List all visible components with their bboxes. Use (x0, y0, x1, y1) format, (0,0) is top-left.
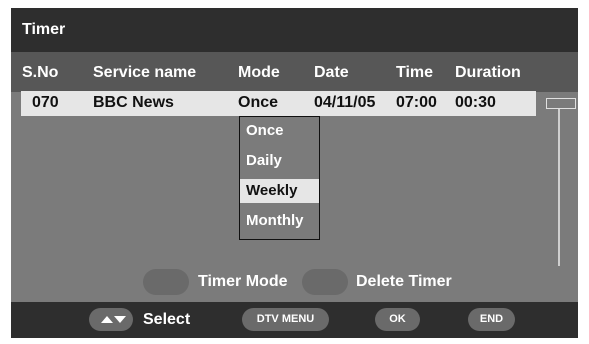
timer-window: Timer S.No Service name Mode Date Time D… (11, 8, 578, 338)
window-title: Timer (22, 21, 66, 38)
cell-time: 07:00 (396, 94, 437, 111)
cell-service-name: BBC News (93, 94, 174, 111)
mode-dropdown[interactable]: Once Daily Weekly Monthly (239, 116, 320, 240)
table-header: S.No Service name Mode Date Time Duratio… (11, 52, 578, 92)
timer-mode-button[interactable] (143, 269, 189, 295)
action-legend: Timer Mode Delete Timer (11, 266, 578, 296)
mode-option-once[interactable]: Once (240, 119, 319, 143)
mode-option-monthly[interactable]: Monthly (240, 209, 319, 233)
cell-mode[interactable]: Once (238, 94, 278, 112)
mode-option-weekly[interactable]: Weekly (240, 179, 319, 203)
ok-button[interactable]: OK (375, 308, 420, 331)
dtv-menu-button[interactable]: DTV MENU (242, 308, 329, 331)
scrollbar-track[interactable] (558, 109, 560, 266)
cell-sno: 070 (32, 94, 59, 111)
end-button[interactable]: END (468, 308, 515, 331)
col-header-sno: S.No (22, 64, 59, 81)
cell-date: 04/11/05 (314, 94, 376, 111)
col-header-service-name: Service name (93, 64, 197, 81)
scrollbar[interactable] (546, 98, 578, 266)
cell-duration: 00:30 (455, 94, 496, 111)
up-down-arrows-icon[interactable] (89, 308, 133, 331)
footer-bar: Select DTV MENU OK END (11, 302, 578, 338)
title-bar: Timer (11, 8, 578, 52)
timer-mode-label: Timer Mode (198, 273, 288, 290)
mode-option-daily[interactable]: Daily (240, 149, 319, 173)
select-label: Select (143, 311, 191, 328)
col-header-time: Time (396, 64, 434, 81)
delete-timer-button[interactable] (302, 269, 348, 295)
scrollbar-thumb[interactable] (546, 98, 576, 109)
col-header-mode: Mode (238, 64, 280, 81)
col-header-duration: Duration (455, 64, 521, 81)
delete-timer-label: Delete Timer (356, 273, 452, 290)
table-row[interactable]: 070 BBC News Once 04/11/05 07:00 00:30 (21, 91, 536, 116)
col-header-date: Date (314, 64, 349, 81)
